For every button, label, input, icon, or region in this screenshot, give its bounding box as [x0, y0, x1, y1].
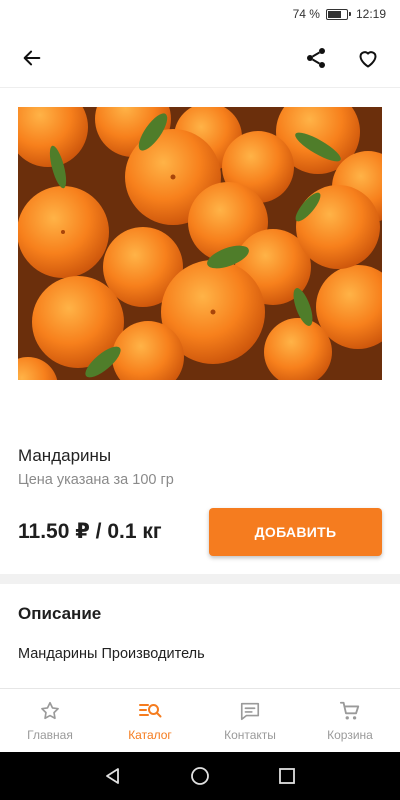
- share-icon: [307, 47, 325, 68]
- battery-percent: 74 %: [292, 7, 320, 21]
- catalog-search-icon: [139, 703, 162, 717]
- product-name: Мандарины: [18, 446, 112, 465]
- system-recents-button[interactable]: [267, 756, 307, 796]
- description-text: Мандарины Производитель: [18, 646, 205, 662]
- nav-label-cart: Корзина: [327, 727, 373, 742]
- share-button[interactable]: [300, 42, 332, 74]
- arrow-left-icon: [23, 50, 41, 65]
- cart-icon: [339, 701, 360, 720]
- battery-icon: [325, 8, 351, 20]
- nav-item-cart[interactable]: Корзина: [300, 689, 400, 752]
- product-image: [18, 107, 382, 380]
- heart-outline-icon: [359, 50, 377, 67]
- system-navigation-bar: [0, 752, 400, 800]
- system-back-button[interactable]: [93, 756, 133, 796]
- triangle-back-icon: [106, 768, 120, 784]
- nav-label-home: Главная: [27, 727, 73, 742]
- price-note: Цена указана за 100 гр: [18, 472, 174, 488]
- circle-home-icon: [191, 767, 209, 785]
- add-to-cart-button[interactable]: ДОБАВИТЬ: [209, 508, 382, 556]
- nav-label-catalog: Каталог: [128, 727, 172, 742]
- chat-icon: [240, 702, 260, 720]
- nav-label-contacts: Контакты: [224, 727, 276, 742]
- star-outline-icon: [41, 701, 59, 719]
- favorite-button[interactable]: [352, 42, 384, 74]
- system-home-button[interactable]: [180, 756, 220, 796]
- product-price: 11.50 ₽ / 0.1 кг: [18, 520, 162, 543]
- back-button[interactable]: [16, 42, 48, 74]
- top-app-bar: [0, 28, 400, 88]
- status-bar: 74 % 12:19: [0, 0, 400, 28]
- square-recents-icon: [278, 768, 295, 784]
- nav-item-contacts[interactable]: Контакты: [200, 689, 300, 752]
- nav-item-catalog[interactable]: Каталог: [100, 689, 200, 752]
- description-title: Описание: [18, 604, 102, 623]
- tangerines-photo: [18, 107, 382, 380]
- nav-item-home[interactable]: Главная: [0, 689, 100, 752]
- section-divider: [0, 574, 400, 584]
- clock: 12:19: [355, 7, 386, 21]
- bottom-navigation: Главная Каталог Контакты Корзина: [0, 688, 400, 752]
